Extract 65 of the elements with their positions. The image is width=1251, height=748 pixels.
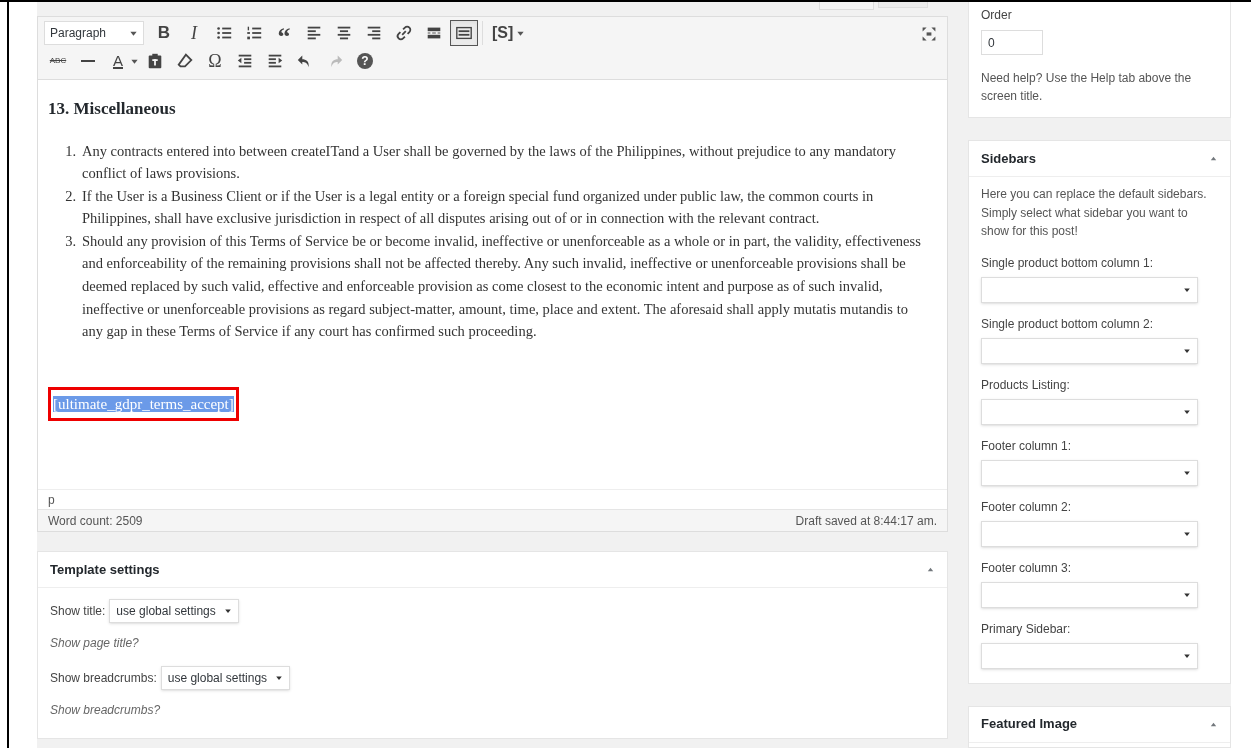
field-label: Single product bottom column 1:	[981, 254, 1155, 272]
align-right-icon	[365, 24, 383, 42]
select-dropdown[interactable]: use global settings	[160, 666, 291, 690]
caret-icon	[1183, 651, 1191, 660]
fullscreen-icon[interactable]	[921, 25, 937, 43]
align-left-icon	[305, 24, 323, 42]
field-label: Single product bottom column 2:	[981, 315, 1155, 333]
indent-icon	[266, 52, 284, 70]
field-label: Order	[981, 7, 1013, 24]
panel-description: Here you can replace the default sidebars. Simply select what sidebar you want to show for this post!	[981, 186, 1208, 240]
link-icon	[395, 24, 413, 42]
section-heading: 13. Miscellaneous	[48, 98, 177, 120]
blockquote-button[interactable]: “	[270, 20, 298, 46]
field-label: Show title:	[50, 603, 106, 620]
horizontal-line-icon	[81, 59, 95, 63]
numbered-list-icon	[245, 24, 263, 42]
toolbar-toggle-icon	[455, 24, 473, 42]
toolbar-toggle-button[interactable]	[450, 20, 478, 46]
format-dropdown[interactable]: Paragraph	[44, 21, 144, 45]
caret-icon	[223, 607, 232, 615]
list-number: 3.	[64, 231, 76, 251]
shortcode-text: [ultimate_gdpr_terms_accept]	[53, 395, 234, 412]
list-number: 1.	[64, 141, 76, 161]
panel-title: Featured Image	[981, 715, 1078, 734]
shortcode-button[interactable]: [S]	[487, 20, 519, 46]
panel-title: Sidebars	[981, 149, 1036, 168]
field-help-text: Show breadcrumbs?	[50, 702, 162, 719]
list-number: 2.	[64, 186, 76, 206]
panel-title: Template settings	[50, 560, 160, 579]
help-text: Need help? Use the Help tab above the screen title.	[981, 70, 1193, 105]
select-dropdown[interactable]: use global settings	[109, 599, 239, 623]
caret-icon	[275, 674, 284, 682]
italic-button[interactable]: I	[180, 20, 208, 46]
field-label: Products Listing:	[981, 376, 1071, 394]
collapse-arrow-icon[interactable]	[926, 565, 935, 574]
caret-icon	[1183, 346, 1191, 355]
special-character-button[interactable]: Ω	[201, 48, 229, 74]
field-label: Show breadcrumbs:	[50, 670, 157, 687]
caret-icon	[1183, 407, 1191, 416]
draft-status: Draft saved at 8:44:17 am.	[795, 512, 937, 530]
align-center-icon	[335, 24, 353, 42]
caret-icon	[1183, 529, 1191, 538]
outdent-icon	[236, 52, 254, 70]
field-label: Footer column 2:	[981, 498, 1073, 516]
list-item-text: If the User is a Business Client or if the User is a legal entity or a foreign special fund organized under public law, the common courts in Philippines, shall have exclusive jurisdiction in respect of all disputes arising out of or in connection with the relevant contract.	[82, 186, 875, 229]
list-item-text: Any contracts entered into between createITand a User shall be governed by the laws of the Philippines, without prejudice to any mandatory conflict of laws provisions.	[82, 141, 897, 184]
bold-button[interactable]: B	[150, 20, 178, 46]
field-label: Footer column 1:	[981, 437, 1073, 455]
bulleted-list-icon	[215, 24, 233, 42]
field-label: Footer column 3:	[981, 559, 1073, 577]
caret-icon	[1183, 285, 1191, 294]
text-color-button[interactable]: A	[104, 48, 132, 74]
collapse-arrow-icon[interactable]	[1209, 154, 1218, 163]
help-button[interactable]: ?	[351, 48, 379, 74]
caret-icon	[1183, 590, 1191, 599]
list-item-text: Should any provision of this Terms of Service be or become invalid, ineffective or unenforceable as a whole or in part, the validity, effectiveness and enforceability of the remaining provisions shall not be affected thereby. Any such invalid, ineffective or unenforceable provisions shall be deemed replaced by such valid, effective and enforceable provision as come closest to the economic intent and purpose as of such invalid, ineffective or unenforceable provisions as regard subject-matter, amount, time, place and extent. The aforesaid shall apply mutatis mutandis to any gap in these Terms of Service if any court has confirmed such proceeding.	[82, 231, 922, 342]
element-path[interactable]: p	[48, 490, 55, 509]
clipboard-icon	[146, 52, 164, 70]
caret-icon	[1183, 468, 1191, 477]
field-help-text: Show page title?	[50, 635, 140, 652]
order-input[interactable]: 0	[981, 30, 1043, 55]
word-count: Word count: 2509	[48, 512, 143, 530]
strikethrough-button[interactable]: ABC	[44, 48, 72, 74]
eraser-icon	[176, 52, 194, 70]
field-label: Primary Sidebar:	[981, 620, 1072, 638]
